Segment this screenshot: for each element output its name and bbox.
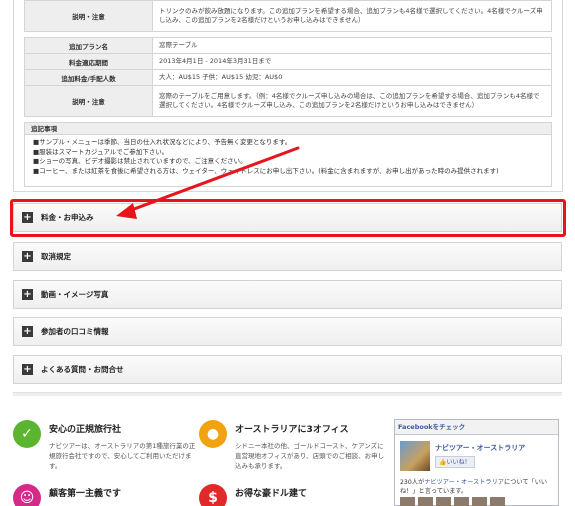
check-icon: ✓: [13, 420, 41, 448]
fan-faces: [400, 497, 505, 506]
facebook-header: Facebookをチェック: [395, 420, 558, 435]
feature-offices: ● オーストラリアに3オフィス シドニー本社の他、ゴールドコースト、ケアンズに直…: [199, 420, 385, 471]
page-thumbnail[interactable]: [400, 441, 430, 471]
feature-desc: シドニー本社の他、ゴールドコースト、ケアンズに直営現地オフィスがあり、店頭でのご…: [235, 442, 385, 470]
feature-aud-pricing: $ お得な豪ドル建て: [199, 484, 307, 506]
page-link[interactable]: ナビツアー・オーストラリア: [424, 479, 504, 486]
fan-avatar[interactable]: [436, 497, 451, 506]
fan-avatar[interactable]: [400, 497, 415, 506]
facebook-page-name[interactable]: ナビツアー・オーストラリア: [435, 443, 525, 453]
section-divider: [13, 392, 562, 396]
feature-desc: ナビツアーは、オーストラリアの第1種旅行業の正規旅行会社ですので、安心してご利用…: [49, 442, 196, 470]
fan-avatar[interactable]: [472, 497, 487, 506]
like-label: いいね！: [446, 459, 471, 466]
page-root: 説明・注意 トリンクのみが飲み放題になります。この追加プランを希望する場合、追加…: [0, 0, 575, 506]
feature-title: オーストラリアに3オフィス: [235, 425, 349, 435]
like-count-text: 230人がナビツアー・オーストラリアについて「いいね！」と言っています。: [400, 478, 555, 496]
count-prefix: 230人が: [400, 479, 425, 486]
people-icon: ☺: [13, 484, 41, 506]
feature-title: 安心の正規旅行社: [49, 425, 122, 435]
feature-title: お得な豪ドル建て: [235, 489, 308, 499]
feature-licensed-agency: ✓ 安心の正規旅行社 ナビツアーは、オーストラリアの第1種旅行業の正規旅行会社で…: [13, 420, 199, 471]
feature-title: 顧客第一主義です: [49, 489, 122, 499]
feature-customer-first: ☺ 顧客第一主義です: [13, 484, 121, 506]
fan-avatar[interactable]: [454, 497, 469, 506]
like-button[interactable]: 👍いいね！: [435, 456, 475, 468]
facebook-widget: Facebookをチェック ナビツアー・オーストラリア 👍いいね！ 230人がナ…: [394, 419, 559, 506]
fan-avatar[interactable]: [418, 497, 433, 506]
pin-icon: ●: [199, 420, 227, 448]
fan-avatar[interactable]: [490, 497, 505, 506]
money-icon: $: [199, 484, 227, 506]
